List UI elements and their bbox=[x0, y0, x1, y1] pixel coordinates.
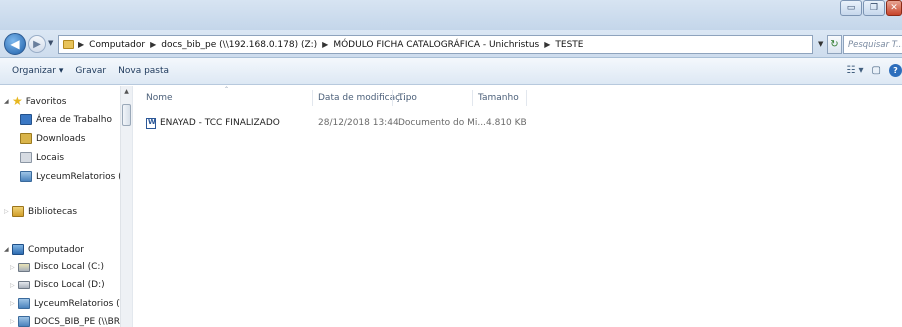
minimize-button[interactable]: ▭ bbox=[840, 0, 862, 16]
downloads-icon bbox=[20, 133, 32, 144]
navigation-pane: ◢ ★ Favoritos Área de Trabalho Downloads… bbox=[0, 86, 136, 327]
file-size: 4.810 KB bbox=[486, 118, 527, 128]
collapsed-arrow-icon[interactable]: ▷ bbox=[10, 300, 18, 307]
command-toolbar: Organizar ▾ Gravar Nova pasta ☷ ▾ ▢ ? bbox=[0, 58, 902, 85]
nav-locais-label: Locais bbox=[36, 152, 65, 163]
window-titlebar: ▭ ❐ ✕ bbox=[0, 0, 902, 30]
star-icon: ★ bbox=[12, 94, 23, 108]
column-header-size[interactable]: Tamanho bbox=[478, 93, 519, 103]
file-name: ENAYAD - TCC FINALIZADO bbox=[160, 118, 280, 128]
nav-locais[interactable]: Locais bbox=[20, 152, 64, 163]
forward-button[interactable]: ▶ bbox=[28, 35, 46, 53]
column-divider[interactable] bbox=[392, 90, 393, 106]
nav-favorites-label: Favoritos bbox=[25, 96, 67, 107]
forward-arrow-icon: ▶ bbox=[33, 38, 41, 50]
libraries-icon bbox=[12, 206, 24, 217]
refresh-button[interactable]: ↻ bbox=[827, 35, 842, 54]
computer-icon bbox=[12, 244, 24, 255]
recent-pages-dropdown-icon[interactable]: ▼ bbox=[48, 39, 53, 47]
column-header-date[interactable]: Data de modificaç... bbox=[318, 93, 409, 103]
collapsed-arrow-icon[interactable]: ▷ bbox=[10, 318, 18, 325]
file-type: Documento do Mi... bbox=[398, 118, 486, 128]
network-drive-icon bbox=[20, 171, 32, 182]
navigation-scrollbar[interactable]: ▲ bbox=[120, 86, 132, 327]
address-bar[interactable]: ▶ Computador ▶ docs_bib_pe (\\192.168.0.… bbox=[58, 35, 813, 54]
collapsed-arrow-icon[interactable]: ▷ bbox=[4, 208, 12, 215]
preview-pane-icon[interactable]: ▢ bbox=[872, 65, 881, 76]
collapsed-arrow-icon[interactable]: ▷ bbox=[10, 282, 18, 289]
nav-libraries-label: Bibliotecas bbox=[28, 206, 78, 217]
window-controls: ▭ ❐ ✕ bbox=[839, 0, 902, 18]
nav-lyceum-favorite[interactable]: LyceumRelatorios (BR( bbox=[20, 171, 136, 182]
view-controls: ☷ ▾ ▢ ? bbox=[838, 64, 902, 77]
file-row[interactable]: ENAYAD - TCC FINALIZADO 28/12/2018 13:44… bbox=[136, 115, 536, 133]
nav-desktop-label: Área de Trabalho bbox=[36, 114, 113, 125]
sort-ascending-icon: ⌃ bbox=[224, 86, 230, 93]
expanded-arrow-icon[interactable]: ◢ bbox=[4, 246, 12, 253]
scroll-up-arrow-icon[interactable]: ▲ bbox=[121, 88, 132, 95]
file-date: 28/12/2018 13:44 bbox=[318, 118, 399, 128]
nav-downloads[interactable]: Downloads bbox=[20, 133, 85, 144]
network-drive-icon bbox=[18, 298, 30, 309]
nav-downloads-label: Downloads bbox=[36, 133, 86, 144]
navigation-bar: ◀ ▶ ▼ ▶ Computador ▶ docs_bib_pe (\\192.… bbox=[0, 30, 902, 58]
breadcrumb-teste[interactable]: TESTE bbox=[555, 40, 583, 50]
scrollbar-thumb[interactable] bbox=[122, 104, 131, 126]
nav-desktop[interactable]: Área de Trabalho bbox=[20, 114, 112, 125]
address-history-dropdown-icon[interactable]: ▼ bbox=[818, 40, 823, 48]
nav-lyceum-network-label: LyceumRelatorios (\\B bbox=[34, 298, 132, 309]
back-button[interactable]: ◀ bbox=[4, 33, 26, 55]
nav-lyceum-network[interactable]: ▷ LyceumRelatorios (\\B bbox=[10, 298, 132, 309]
column-header-type[interactable]: Tipo bbox=[398, 93, 417, 103]
column-divider[interactable] bbox=[312, 90, 313, 106]
burn-button[interactable]: Gravar bbox=[75, 66, 106, 76]
recent-places-icon bbox=[20, 152, 32, 163]
breadcrumb-modulo-folder[interactable]: MÓDULO FICHA CATALOGRÁFICA - Unichristus bbox=[333, 40, 539, 50]
column-divider[interactable] bbox=[472, 90, 473, 106]
file-list: ⌃ Nome Data de modificaç... Tipo Tamanho… bbox=[136, 86, 902, 327]
nav-computer[interactable]: ◢ Computador bbox=[4, 244, 84, 255]
maximize-button[interactable]: ❐ bbox=[863, 0, 885, 16]
organize-button[interactable]: Organizar ▾ bbox=[12, 66, 63, 76]
breadcrumb-separator-icon[interactable]: ▶ bbox=[544, 40, 550, 49]
nav-disk-d[interactable]: ▷ Disco Local (D:) bbox=[10, 280, 105, 290]
breadcrumb-separator-icon[interactable]: ▶ bbox=[78, 40, 84, 49]
breadcrumb-network-drive[interactable]: docs_bib_pe (\\192.168.0.178) (Z:) bbox=[161, 40, 317, 50]
nav-disk-c-label: Disco Local (C:) bbox=[34, 262, 104, 272]
nav-disk-d-label: Disco Local (D:) bbox=[34, 280, 105, 290]
column-divider[interactable] bbox=[526, 90, 527, 106]
nav-docs-bib[interactable]: ▷ DOCS_BIB_PE (\\BROT_ bbox=[10, 316, 136, 327]
breadcrumb-separator-icon[interactable]: ▶ bbox=[150, 40, 156, 49]
refresh-icon: ↻ bbox=[830, 39, 839, 50]
nav-libraries[interactable]: ▷ Bibliotecas bbox=[4, 206, 77, 217]
close-button[interactable]: ✕ bbox=[886, 0, 902, 16]
system-disk-icon bbox=[18, 262, 30, 272]
nav-favorites[interactable]: ◢ ★ Favoritos bbox=[4, 94, 67, 108]
new-folder-button[interactable]: Nova pasta bbox=[118, 66, 169, 76]
help-icon[interactable]: ? bbox=[889, 64, 902, 77]
collapsed-arrow-icon[interactable]: ▷ bbox=[10, 264, 18, 271]
network-drive-icon bbox=[18, 316, 30, 327]
view-options-icon[interactable]: ☷ ▾ bbox=[846, 65, 863, 76]
expanded-arrow-icon[interactable]: ◢ bbox=[4, 98, 12, 105]
column-header-name[interactable]: Nome bbox=[146, 93, 173, 103]
folder-icon bbox=[63, 40, 74, 49]
back-arrow-icon: ◀ bbox=[10, 37, 20, 51]
desktop-icon bbox=[20, 114, 32, 125]
disk-icon bbox=[18, 281, 30, 289]
search-input[interactable]: Pesquisar T... bbox=[843, 35, 902, 54]
breadcrumb-separator-icon[interactable]: ▶ bbox=[322, 40, 328, 49]
nav-computer-label: Computador bbox=[28, 244, 84, 255]
nav-disk-c[interactable]: ▷ Disco Local (C:) bbox=[10, 262, 104, 272]
breadcrumb-computador[interactable]: Computador bbox=[89, 40, 145, 50]
word-document-icon bbox=[146, 118, 156, 132]
